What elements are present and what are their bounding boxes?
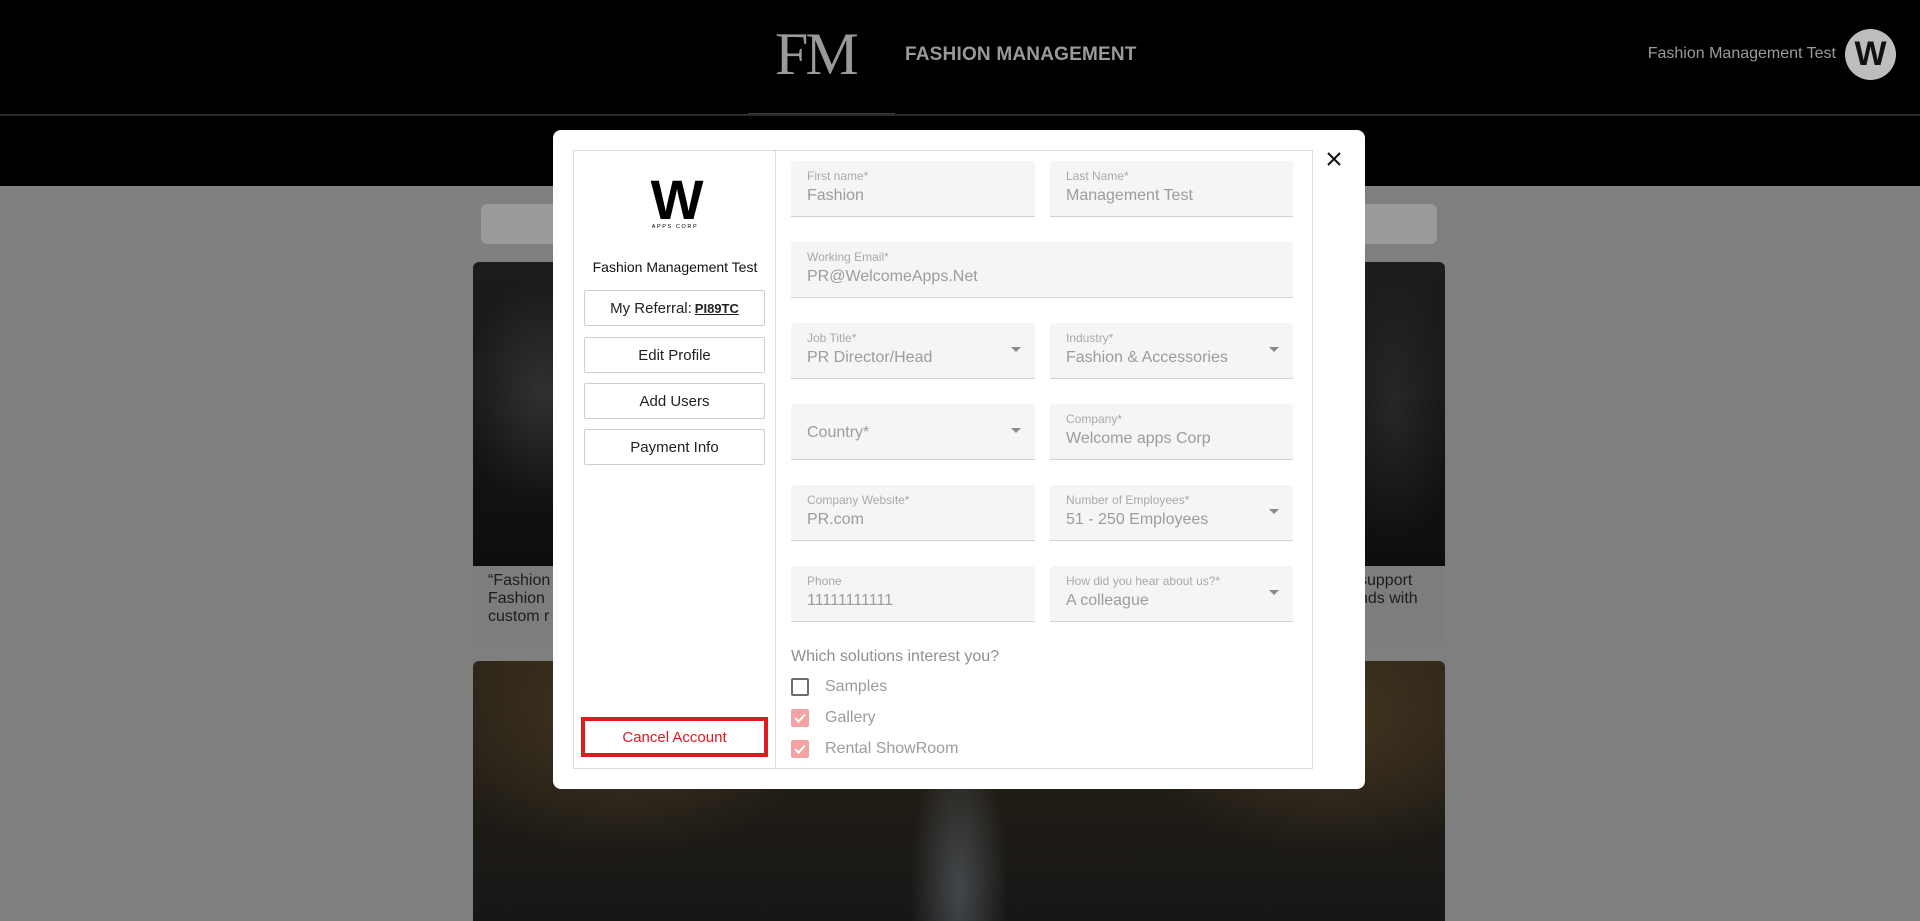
referral-code[interactable]: PI89TC	[695, 301, 739, 316]
first-name-field[interactable]: First name* Fashion	[791, 161, 1035, 217]
solution-option-rental-showroom[interactable]: Rental ShowRoom	[791, 740, 958, 758]
solutions-title: Which solutions interest you?	[791, 648, 1000, 665]
field-label: First name*	[807, 169, 869, 183]
field-value: PR Director/Head	[807, 349, 933, 366]
job-title-select[interactable]: Job Title* PR Director/Head	[791, 323, 1035, 379]
field-value: 11111111111	[807, 592, 894, 609]
field-placeholder: Country*	[807, 424, 870, 441]
cancel-account-button[interactable]: Cancel Account	[581, 717, 768, 757]
field-label: Number of Employees*	[1066, 493, 1190, 507]
field-label: Industry*	[1066, 331, 1114, 345]
field-value: Welcome apps Corp	[1066, 430, 1211, 447]
add-users-button[interactable]: Add Users	[584, 383, 765, 419]
company-logo: W APPS CORP	[644, 168, 706, 233]
referral-button[interactable]: My Referral: PI89TC	[584, 290, 765, 326]
field-value: A colleague	[1066, 592, 1149, 609]
field-label: Working Email*	[807, 250, 889, 264]
country-select[interactable]: Country*	[791, 404, 1035, 460]
checkbox-label: Rental ShowRoom	[825, 740, 959, 757]
working-email-field[interactable]: Working Email* PR@WelcomeApps.Net	[791, 242, 1293, 298]
last-name-field[interactable]: Last Name* Management Test	[1050, 161, 1293, 217]
phone-field[interactable]: Phone 11111111111	[791, 566, 1035, 622]
checkbox[interactable]	[791, 709, 809, 727]
field-value: Management Test	[1066, 187, 1193, 204]
chevron-down-icon	[1011, 428, 1021, 433]
chevron-down-icon	[1269, 590, 1279, 595]
company-logo-caption: APPS CORP	[651, 224, 699, 230]
hear-about-select[interactable]: How did you hear about us?* A colleague	[1050, 566, 1293, 622]
field-label: How did you hear about us?*	[1066, 574, 1221, 588]
user-name[interactable]: Fashion Management Test	[1648, 45, 1836, 63]
card-description-left: “Fashion Fashion custom r	[488, 572, 551, 625]
avatar[interactable]: W	[1845, 29, 1896, 80]
field-label: Job Title*	[807, 331, 857, 345]
industry-select[interactable]: Industry* Fashion & Accessories	[1050, 323, 1293, 379]
solution-option-gallery[interactable]: Gallery	[791, 709, 876, 727]
profile-name: Fashion Management Test	[592, 259, 758, 275]
company-website-field[interactable]: Company Website* PR.com	[791, 485, 1035, 541]
close-icon[interactable]	[1319, 144, 1349, 174]
referral-label: My Referral:	[610, 299, 692, 317]
company-field[interactable]: Company* Welcome apps Corp	[1050, 404, 1293, 460]
solution-option-samples[interactable]: Samples	[791, 678, 887, 696]
brand-logo[interactable]: FM	[775, 20, 859, 88]
field-label: Company*	[1066, 412, 1123, 426]
field-label: Phone	[807, 574, 842, 588]
top-bar: FM FASHION MANAGEMENT Fashion Management…	[0, 0, 1920, 115]
field-value: Fashion & Accessories	[1066, 349, 1228, 366]
check-icon	[794, 713, 806, 723]
chevron-down-icon	[1011, 347, 1021, 352]
field-value: PR@WelcomeApps.Net	[807, 268, 978, 285]
edit-profile-button[interactable]: Edit Profile	[584, 337, 765, 373]
profile-modal: W APPS CORP Fashion Management Test My R…	[553, 130, 1365, 789]
profile-form: First name* Fashion Last Name* Managemen…	[777, 151, 1313, 768]
profile-sidebar: W APPS CORP Fashion Management Test My R…	[574, 151, 776, 768]
employees-select[interactable]: Number of Employees* 51 - 250 Employees	[1050, 485, 1293, 541]
checkbox-label: Samples	[825, 678, 888, 695]
checkbox-label: Gallery	[825, 709, 876, 726]
field-value: PR.com	[807, 511, 864, 528]
field-value: 51 - 250 Employees	[1066, 511, 1209, 528]
checkbox[interactable]	[791, 678, 809, 696]
modal-content: W APPS CORP Fashion Management Test My R…	[573, 150, 1313, 769]
company-logo-mark: W	[650, 168, 704, 231]
checkbox[interactable]	[791, 740, 809, 758]
field-label: Company Website*	[807, 493, 910, 507]
field-label: Last Name*	[1066, 169, 1129, 183]
payment-info-button[interactable]: Payment Info	[584, 429, 765, 465]
card-description-right: support nds with	[1359, 572, 1418, 607]
check-icon	[794, 744, 806, 754]
brand-title: FASHION MANAGEMENT	[905, 44, 1137, 65]
chevron-down-icon	[1269, 509, 1279, 514]
chevron-down-icon	[1269, 347, 1279, 352]
field-value: Fashion	[807, 187, 864, 204]
